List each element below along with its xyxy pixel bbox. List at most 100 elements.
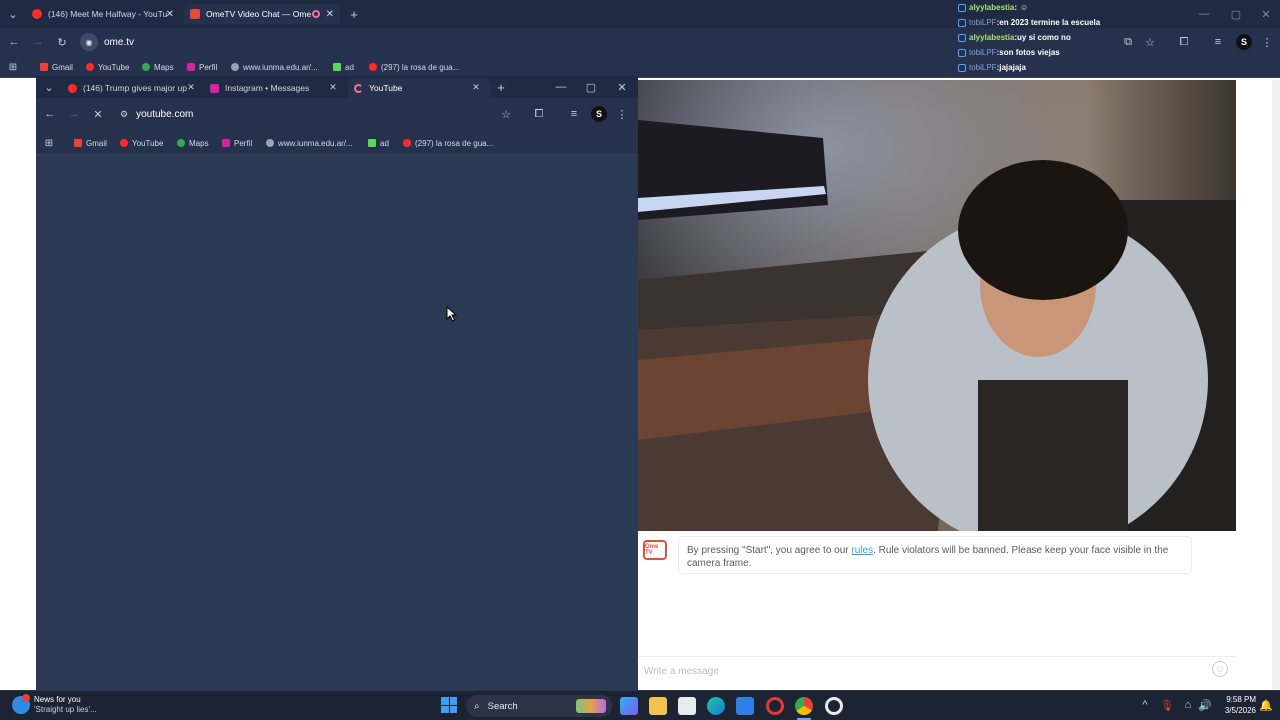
webcam-video-feed bbox=[638, 80, 1236, 531]
new-tab-plus-icon[interactable]: + bbox=[494, 79, 508, 95]
opera-browser-icon[interactable] bbox=[766, 697, 784, 715]
bookmark-gmail[interactable]: Gmail bbox=[40, 56, 73, 78]
taskbar-search-box[interactable]: ⌕ Search bbox=[466, 695, 612, 717]
tab-label: (146) Meet Me Halfway - YouTu bbox=[48, 9, 168, 19]
address-text: youtube.com bbox=[136, 108, 194, 120]
inner-tab-instagram[interactable]: Instagram • Messages bbox=[204, 78, 340, 98]
menu-kebab-icon[interactable]: ⋮ bbox=[615, 106, 629, 122]
bookmark-perfil[interactable]: Perfil bbox=[187, 56, 217, 78]
bookmark-maps[interactable]: Maps bbox=[177, 131, 209, 155]
extensions-icon[interactable]: ⧠ bbox=[531, 106, 547, 122]
inner-page-content-loading[interactable] bbox=[36, 155, 638, 690]
globe-icon bbox=[231, 63, 239, 71]
windows-start-icon[interactable] bbox=[441, 697, 457, 713]
maps-pin-icon bbox=[177, 139, 185, 147]
inner-bookmarks-bar: ⊞ Gmail YouTube Maps Perfil www.iunma.ed… bbox=[36, 131, 638, 155]
message-input[interactable] bbox=[644, 662, 1204, 680]
notification-bell-icon[interactable]: 🔔 bbox=[1259, 698, 1273, 712]
microphone-icon[interactable]: 🎙 bbox=[1160, 698, 1174, 712]
apps-grid-icon[interactable]: ⊞ bbox=[6, 60, 20, 74]
tab-search-chevron-icon[interactable]: ⌄ bbox=[6, 7, 20, 21]
clock-date: 3/5/2026 bbox=[1224, 706, 1256, 715]
stop-loading-icon[interactable]: ✕ bbox=[90, 106, 106, 122]
windows-taskbar: News for you 'Straight up lies'... ⌕ Sea… bbox=[0, 690, 1280, 720]
message-bar bbox=[638, 656, 1236, 684]
bookmark-label: YouTube bbox=[98, 62, 130, 72]
bookmark-iunma[interactable]: www.iunma.edu.ar/... bbox=[266, 131, 353, 155]
chat-username: tobiLPF bbox=[969, 63, 997, 72]
back-arrow-icon[interactable]: ← bbox=[6, 34, 22, 50]
forward-arrow-icon[interactable]: → bbox=[66, 106, 82, 122]
close-window-icon[interactable]: ✕ bbox=[615, 79, 629, 95]
close-tab-icon[interactable]: ✕ bbox=[469, 80, 483, 94]
bookmark-youtube[interactable]: YouTube bbox=[120, 131, 163, 155]
edge-browser-icon[interactable] bbox=[707, 697, 725, 715]
close-tab-icon[interactable]: ✕ bbox=[326, 9, 334, 20]
inner-tab-trump[interactable]: (146) Trump gives major up bbox=[62, 78, 200, 98]
system-clock[interactable]: 9:58 PM 3/5/2026 bbox=[1216, 694, 1256, 716]
ad-icon bbox=[368, 139, 376, 147]
chrome-browser-icon[interactable] bbox=[795, 697, 813, 715]
outer-tab-ometv[interactable]: OmeTV Video Chat — Ome ✕ bbox=[184, 4, 340, 24]
twitch-badge-icon bbox=[958, 3, 966, 12]
bookmark-perfil[interactable]: Perfil bbox=[222, 131, 252, 155]
bookmark-rosa[interactable]: (297) la rosa de gua... bbox=[369, 56, 459, 78]
profile-avatar-icon[interactable]: S bbox=[591, 106, 607, 122]
inner-browser-window: ⌄ (146) Trump gives major up ✕ Instagram… bbox=[36, 76, 638, 690]
profile-avatar-icon[interactable]: S bbox=[1236, 34, 1252, 50]
media-controls-icon[interactable]: ≡ bbox=[1210, 34, 1226, 50]
rules-link[interactable]: rules bbox=[851, 545, 873, 556]
news-widget[interactable]: News for you 'Straight up lies'... bbox=[34, 695, 97, 715]
page-scrollbar[interactable] bbox=[1272, 80, 1280, 690]
microsoft-store-icon[interactable] bbox=[678, 697, 696, 715]
volume-icon[interactable]: 🔊 bbox=[1198, 698, 1212, 712]
close-tab-icon[interactable]: ✕ bbox=[166, 9, 174, 20]
new-tab-plus-icon[interactable]: + bbox=[346, 6, 362, 22]
bookmark-maps[interactable]: Maps bbox=[142, 56, 174, 78]
twitch-badge-icon bbox=[958, 18, 966, 27]
minimize-window-icon[interactable]: — bbox=[1196, 6, 1212, 22]
close-window-icon[interactable]: ✕ bbox=[1258, 6, 1274, 22]
show-hidden-icons-chevron-icon[interactable]: ^ bbox=[1138, 698, 1152, 712]
copilot-icon[interactable] bbox=[620, 697, 638, 715]
close-tab-icon[interactable]: ✕ bbox=[326, 80, 340, 94]
obs-studio-icon[interactable] bbox=[825, 697, 843, 715]
reload-icon[interactable]: ↻ bbox=[54, 34, 70, 50]
bookmark-ad[interactable]: ad bbox=[333, 56, 354, 78]
bookmark-star-icon[interactable]: ☆ bbox=[498, 106, 514, 122]
maximize-window-icon[interactable]: ▢ bbox=[1228, 6, 1244, 22]
back-arrow-icon[interactable]: ← bbox=[42, 106, 58, 122]
bookmark-rosa[interactable]: (297) la rosa de gua... bbox=[403, 131, 493, 155]
twitch-badge-icon bbox=[958, 48, 966, 57]
network-icon[interactable]: ⌂ bbox=[1181, 698, 1195, 712]
bookmark-iunma[interactable]: www.iunma.edu.ar/... bbox=[231, 56, 318, 78]
apps-grid-icon[interactable]: ⊞ bbox=[42, 136, 56, 150]
site-info-icon[interactable]: ◉ bbox=[80, 33, 98, 51]
youtube-icon bbox=[120, 139, 128, 147]
bookmark-label: Maps bbox=[189, 138, 209, 148]
forward-arrow-icon[interactable]: → bbox=[30, 34, 46, 50]
outer-address-bar[interactable]: ◉ ome.tv bbox=[80, 32, 960, 52]
bookmark-youtube[interactable]: YouTube bbox=[86, 56, 129, 78]
bookmark-ad[interactable]: ad bbox=[368, 131, 389, 155]
emoji-smiley-icon[interactable]: ☺ bbox=[1212, 661, 1228, 677]
bookmark-gmail[interactable]: Gmail bbox=[74, 131, 107, 155]
tab-search-chevron-icon[interactable]: ⌄ bbox=[42, 80, 56, 94]
chat-username: tobiLPF bbox=[969, 48, 997, 57]
bookmark-label: Gmail bbox=[86, 138, 107, 148]
instagram-icon bbox=[187, 63, 195, 71]
outer-tab-youtube[interactable]: (146) Meet Me Halfway - YouTu ✕ bbox=[26, 4, 180, 24]
news-notification-badge bbox=[22, 694, 30, 702]
bookmark-label: YouTube bbox=[132, 138, 164, 148]
file-explorer-icon[interactable] bbox=[649, 697, 667, 715]
media-controls-icon[interactable]: ≡ bbox=[566, 106, 582, 122]
search-label: Search bbox=[487, 700, 518, 712]
close-tab-icon[interactable]: ✕ bbox=[184, 80, 198, 94]
site-settings-icon[interactable]: ⚙ bbox=[120, 109, 128, 120]
maximize-window-icon[interactable]: ▢ bbox=[584, 79, 598, 95]
inner-tab-strip: ⌄ (146) Trump gives major up ✕ Instagram… bbox=[36, 76, 638, 98]
minimize-window-icon[interactable]: — bbox=[554, 79, 568, 95]
inner-address-bar[interactable]: ⚙ youtube.com bbox=[114, 103, 522, 125]
menu-kebab-icon[interactable]: ⋮ bbox=[1260, 34, 1274, 50]
mail-app-icon[interactable] bbox=[736, 697, 754, 715]
